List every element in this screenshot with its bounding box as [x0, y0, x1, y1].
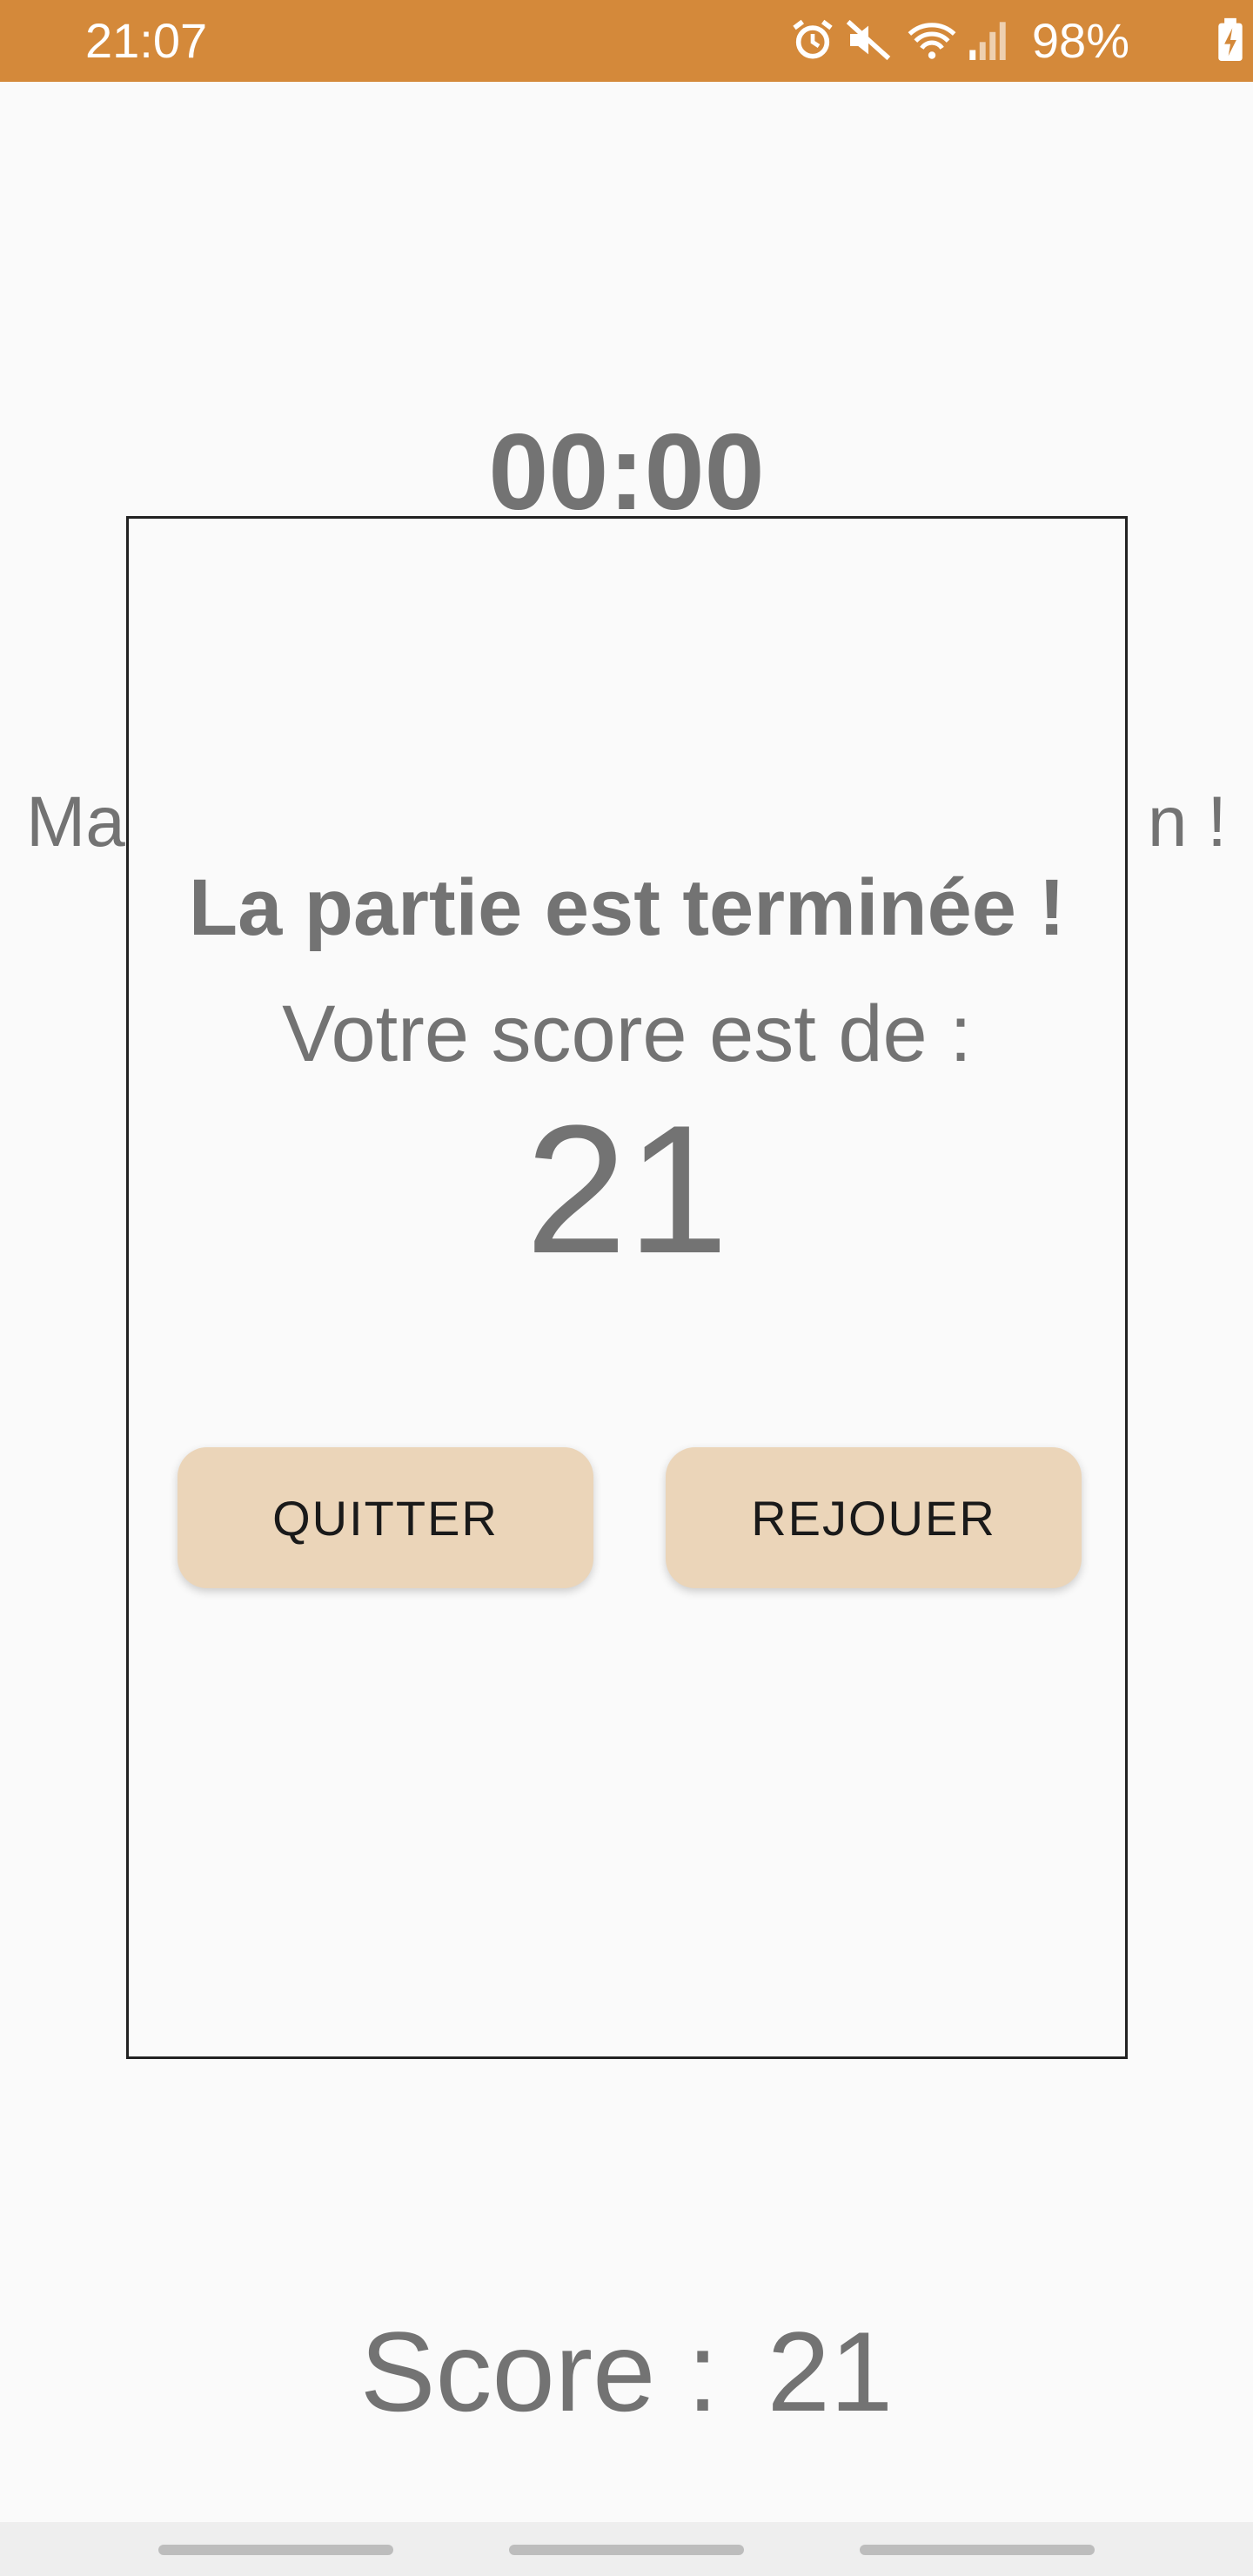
score-label: Score :	[359, 2308, 719, 2435]
status-time: 21:07	[85, 13, 208, 68]
replay-button-label: REJOUER	[751, 1490, 996, 1546]
navigation-bar	[0, 2522, 1253, 2576]
signal-icon	[968, 16, 1008, 64]
battery-charging-icon	[1216, 16, 1244, 64]
instruction-right: n !	[1147, 782, 1227, 862]
mute-icon	[844, 16, 893, 64]
alarm-icon	[788, 16, 837, 64]
game-over-dialog: La partie est terminée ! Votre score est…	[126, 516, 1128, 2059]
score-value: 21	[767, 2308, 894, 2435]
status-icons: 98%	[783, 0, 1253, 82]
wifi-icon	[905, 16, 959, 64]
dialog-subtitle: Votre score est de :	[282, 989, 972, 1078]
status-bar: 21:07 98%	[0, 0, 1253, 82]
battery-percent: 98%	[1031, 13, 1129, 68]
replay-button[interactable]: REJOUER	[666, 1447, 1082, 1588]
nav-right-button[interactable]	[860, 2545, 1095, 2555]
nav-center-button[interactable]	[509, 2545, 744, 2555]
dialog-title: La partie est terminée !	[188, 863, 1066, 952]
dialog-score: 21	[525, 1087, 729, 1291]
quit-button[interactable]: QUITTER	[178, 1447, 593, 1588]
score-display: Score : 21	[0, 2306, 1253, 2437]
quit-button-label: QUITTER	[272, 1490, 499, 1546]
instruction-left: Ma	[26, 782, 125, 862]
nav-left-button[interactable]	[158, 2545, 393, 2555]
